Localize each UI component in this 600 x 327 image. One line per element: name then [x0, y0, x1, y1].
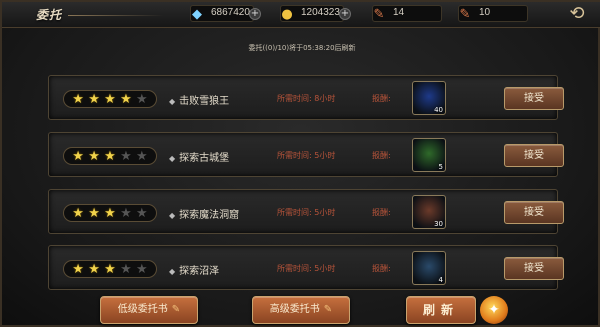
- reward-count: 40: [434, 106, 443, 114]
- star-icon: ★: [120, 148, 132, 164]
- reward-item-icon[interactable]: 40: [412, 81, 446, 115]
- quest-time: 所需时间: 5小时: [277, 151, 336, 160]
- star-icon: ★: [136, 261, 148, 277]
- accept-button[interactable]: 接受: [504, 257, 564, 280]
- quest-name-text: 探索沼泽: [179, 266, 220, 277]
- quest-time: 所需时间: 5小时: [277, 208, 336, 217]
- window-title: 委托: [36, 8, 63, 22]
- quest-time: 所需时间: 8小时: [277, 94, 336, 103]
- star-icon: ★: [72, 148, 84, 164]
- quest-time: 所需时间: 5小时: [277, 264, 336, 273]
- star-icon: ★: [120, 205, 132, 221]
- add-gold-button[interactable]: +: [339, 8, 351, 20]
- quest-name: ◆ 探索沼泽: [169, 262, 219, 277]
- star-icon: ★: [104, 205, 116, 221]
- reward-count: 5: [438, 163, 443, 171]
- title-decoration: [68, 15, 164, 16]
- high-book-value: 10: [479, 7, 491, 18]
- refresh-label: 刷新: [422, 303, 459, 317]
- quest-name-text: 击败雪狼王: [179, 96, 230, 107]
- reward-label: 报酬:: [372, 151, 391, 160]
- high-commission-book-button[interactable]: 高级委托书 ✎: [252, 296, 350, 324]
- difficulty-stars: ★ ★ ★ ★ ★: [63, 260, 157, 278]
- star-icon: ★: [136, 148, 148, 164]
- quest-name: ◆ 击败雪狼王: [169, 92, 229, 107]
- back-arrow-icon[interactable]: ⟲: [557, 4, 597, 26]
- gold-value: 1204323: [301, 7, 340, 18]
- star-icon: ★: [104, 91, 116, 107]
- difficulty-stars: ★ ★ ★ ★ ★: [63, 90, 157, 108]
- reward-item-icon[interactable]: 30: [412, 195, 446, 229]
- game-window: 委托 ◆ 6867420 + ● 1204323 + ✎ 14 ✎ 10 ⟲ 委…: [0, 0, 600, 327]
- reward-label: 报酬:: [372, 94, 391, 103]
- quest-row: ★ ★ ★ ★ ★ ◆ 探索古城堡 所需时间: 5小时 报酬: 5 接受: [48, 132, 564, 177]
- bullet-icon: ◆: [169, 154, 176, 163]
- quest-name: ◆ 探索古城堡: [169, 149, 229, 164]
- diamond-icon: ◆: [192, 6, 202, 22]
- star-icon: ★: [88, 148, 100, 164]
- quest-name-text: 探索魔法洞窟: [179, 210, 240, 221]
- difficulty-stars: ★ ★ ★ ★ ★: [63, 147, 157, 165]
- reward-item-icon[interactable]: 4: [412, 251, 446, 285]
- diamond-counter: ◆ 6867420 +: [190, 5, 261, 22]
- star-icon: ★: [88, 91, 100, 107]
- low-book-value: 14: [393, 7, 405, 18]
- top-bar: 委托 ◆ 6867420 + ● 1204323 + ✎ 14 ✎ 10 ⟲: [2, 2, 600, 28]
- reward-label: 报酬:: [372, 264, 391, 273]
- pen-icon: ✎: [373, 6, 385, 22]
- star-icon: ★: [104, 261, 116, 277]
- reward-count: 30: [434, 220, 443, 228]
- reward-count: 4: [438, 276, 443, 284]
- quest-name: ◆ 探索魔法洞窟: [169, 206, 239, 221]
- difficulty-stars: ★ ★ ★ ★ ★: [63, 204, 157, 222]
- high-book-counter: ✎ 10: [458, 5, 528, 22]
- bullet-icon: ◆: [169, 97, 176, 106]
- accept-button[interactable]: 接受: [504, 144, 564, 167]
- gold-counter: ● 1204323 +: [280, 5, 351, 22]
- gold-coin-icon: ●: [281, 6, 293, 22]
- bullet-icon: ◆: [169, 211, 176, 220]
- star-icon: ★: [136, 205, 148, 221]
- star-icon: ★: [136, 91, 148, 107]
- diamond-value: 6867420: [211, 7, 250, 18]
- star-icon: ★: [104, 148, 116, 164]
- quest-row: ★ ★ ★ ★ ★ ◆ 探索沼泽 所需时间: 5小时 报酬: 4 接受: [48, 245, 564, 290]
- star-icon: ★: [72, 91, 84, 107]
- pen-icon: ✎: [171, 304, 181, 315]
- quest-list: ★ ★ ★ ★ ★ ◆ 击败雪狼王 所需时间: 8小时 报酬: 40 接受 ★ ★ ★ ★ ★ ◆ 探索古城堡 所需…: [48, 75, 564, 290]
- refresh-token-icon: ✦: [480, 296, 508, 324]
- pen-icon: ✎: [323, 304, 333, 315]
- reward-label: 报酬:: [372, 208, 391, 217]
- quest-name-text: 探索古城堡: [179, 153, 230, 164]
- add-diamond-button[interactable]: +: [249, 8, 261, 20]
- low-book-label: 低级委托书: [117, 304, 168, 315]
- high-book-label: 高级委托书: [269, 304, 320, 315]
- quest-row: ★ ★ ★ ★ ★ ◆ 击败雪狼王 所需时间: 8小时 报酬: 40 接受: [48, 75, 564, 120]
- star-icon: ★: [88, 261, 100, 277]
- refresh-button[interactable]: 刷新: [406, 296, 476, 324]
- refresh-notice: 委托((0)/10)将于05:38:20后刷新: [248, 44, 356, 52]
- accept-button[interactable]: 接受: [504, 87, 564, 110]
- pen-icon: ✎: [459, 6, 471, 22]
- star-icon: ★: [72, 261, 84, 277]
- quest-row: ★ ★ ★ ★ ★ ◆ 探索魔法洞窟 所需时间: 5小时 报酬: 30 接受: [48, 189, 564, 234]
- star-icon: ★: [88, 205, 100, 221]
- star-icon: ★: [72, 205, 84, 221]
- star-icon: ★: [120, 91, 132, 107]
- reward-item-icon[interactable]: 5: [412, 138, 446, 172]
- star-icon: ★: [120, 261, 132, 277]
- low-book-counter: ✎ 14: [372, 5, 442, 22]
- low-commission-book-button[interactable]: 低级委托书 ✎: [100, 296, 198, 324]
- bullet-icon: ◆: [169, 267, 176, 276]
- accept-button[interactable]: 接受: [504, 201, 564, 224]
